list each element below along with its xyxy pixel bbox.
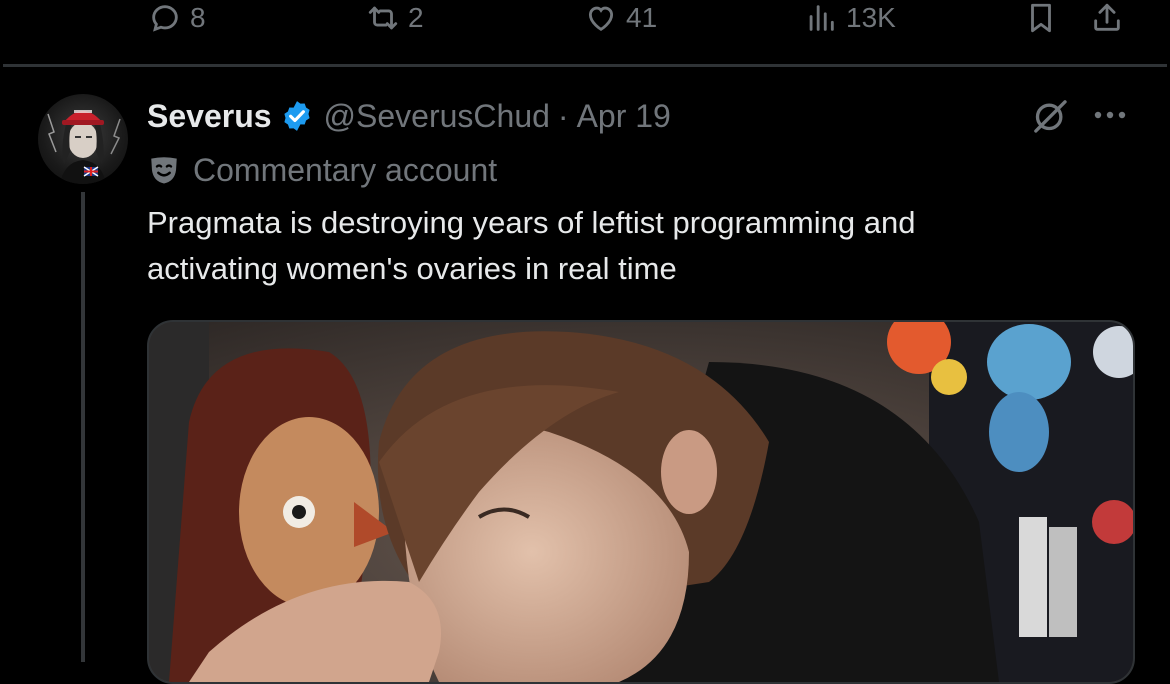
tweet-text: Pragmata is destroying years of leftist … (147, 200, 1107, 292)
share-button[interactable] (1090, 0, 1132, 36)
display-name[interactable]: Severus (147, 98, 272, 135)
thread-connector-line (81, 192, 85, 662)
account-label: Commentary account (147, 148, 497, 192)
like-button[interactable]: 41 (584, 0, 657, 36)
user-handle[interactable]: @SeverusChud (324, 98, 550, 135)
tweet-header: Severus @SeverusChud · Apr 19 (147, 94, 671, 138)
account-label-text: Commentary account (193, 151, 498, 188)
avatar[interactable] (38, 94, 128, 184)
bookmark-button[interactable] (1024, 0, 1066, 36)
repost-count: 2 (408, 2, 424, 33)
tweet-media-image[interactable] (147, 320, 1135, 684)
views-icon (804, 1, 846, 35)
share-icon (1090, 1, 1132, 35)
bookmark-icon (1024, 1, 1066, 35)
reply-icon (148, 1, 190, 35)
reply-count: 8 (190, 2, 206, 33)
grok-button[interactable] (1030, 96, 1070, 136)
tweet-date[interactable]: Apr 19 (577, 98, 671, 135)
views-count: 13K (846, 2, 896, 33)
reply-button[interactable]: 8 (148, 0, 206, 36)
tweet-text-line: Pragmata is destroying years of leftist … (147, 205, 916, 240)
commentary-mask-icon (147, 153, 193, 187)
views-button[interactable]: 13K (804, 0, 896, 36)
tweet-divider (3, 64, 1167, 67)
like-icon (584, 1, 626, 35)
like-count: 41 (626, 2, 658, 33)
more-icon (1092, 111, 1128, 134)
tweet-action-bar: 8 2 41 13K (0, 0, 1170, 67)
verified-badge-icon (272, 99, 324, 133)
tweet-text-line: activating women's ovaries in real time (147, 251, 677, 286)
repost-button[interactable]: 2 (366, 0, 424, 36)
more-options-button[interactable] (1092, 100, 1128, 130)
header-separator: · (557, 97, 569, 134)
repost-icon (366, 1, 408, 35)
grok-icon (1030, 100, 1070, 140)
